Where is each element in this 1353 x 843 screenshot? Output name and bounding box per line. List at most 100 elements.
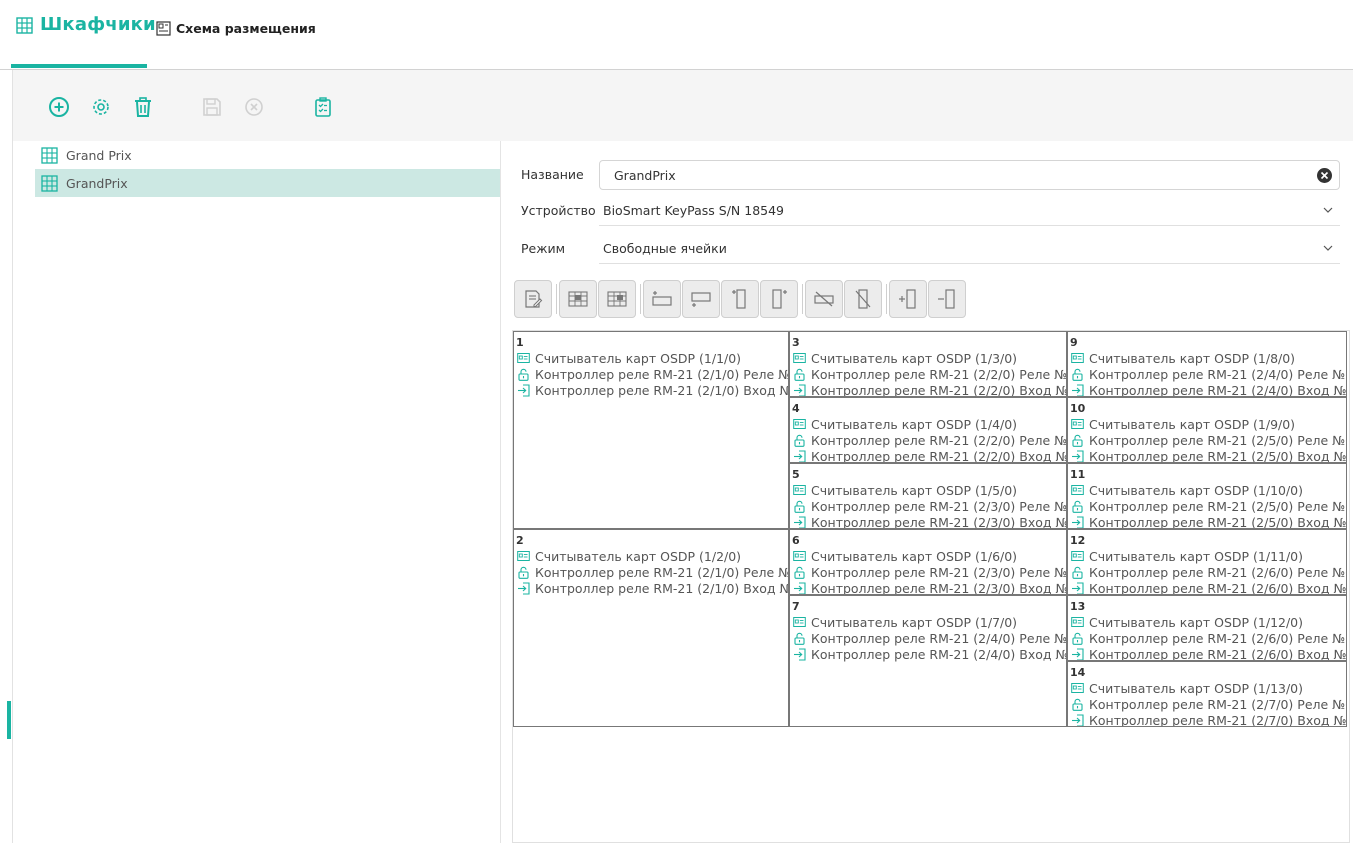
add-button[interactable] [47,95,71,119]
edit-note-icon [525,290,543,308]
locker-cell-device: Контроллер реле RM-21 (2/3/0) Реле №0 [793,498,1066,514]
locker-cell[interactable]: 14 Считыватель карт OSDP (1/13/0) Контролл… [1067,661,1347,727]
locker-cell-number: 4 [792,402,800,415]
locker-cell[interactable]: 5 Считыватель карт OSDP (1/5/0) Контроллер… [789,463,1067,529]
locker-cell-number: 7 [792,600,800,613]
locker-cell[interactable]: 3 Считыватель карт OSDP (1/3/0) Контроллер… [789,331,1067,397]
add-row-above-button[interactable] [643,280,681,318]
lock-open-icon [1072,368,1083,381]
delete-row-button[interactable] [805,280,843,318]
device-label: Устройство [521,203,596,218]
edit-cell-button[interactable] [514,280,552,318]
card-reader-icon [1071,616,1084,627]
list-item[interactable]: Grand Prix [35,141,500,169]
sign-in-icon [1072,383,1084,396]
locker-cell-device: Контроллер реле RM-21 (2/2/0) Вход №1 [793,448,1067,463]
mode-select[interactable]: Свободные ячейки [599,234,1340,264]
lock-open-icon [1072,434,1083,447]
card-reader-icon [793,352,806,363]
locker-cell-device-label: Контроллер реле RM-21 (2/5/0) Вход №1 [1089,514,1347,529]
locker-cell[interactable]: 10 Считыватель карт OSDP (1/9/0) Контролле… [1067,397,1347,463]
settings-button[interactable] [89,95,113,119]
sign-in-icon [794,581,806,594]
locker-cell[interactable]: 2 Считыватель карт OSDP (1/2/0) Контроллер… [513,529,789,727]
locker-cell-device-label: Контроллер реле RM-21 (2/4/0) Реле №0 [811,630,1067,646]
sign-in-icon [794,515,806,528]
locker-cell[interactable]: 6 Считыватель карт OSDP (1/6/0) Контроллер… [789,529,1067,595]
locker-cell-device-label: Считыватель карт OSDP (1/12/0) [1089,614,1304,630]
split-cells-button[interactable] [598,280,636,318]
merge-cells-button[interactable] [559,280,597,318]
locker-cell-device-label: Считыватель карт OSDP (1/9/0) [1089,416,1296,432]
locker-cell-device-label: Контроллер реле RM-21 (2/1/0) Вход №1 [535,580,789,596]
add-column-left-icon [732,289,746,309]
locker-cell-device: Контроллер реле RM-21 (2/2/0) Реле №1 [793,432,1066,448]
decrease-height-button[interactable] [928,280,966,318]
cancel-button[interactable] [242,95,266,119]
name-label: Название [521,167,584,182]
card-reader-icon [793,550,806,561]
tab-layout-scheme[interactable]: Схема размещения [156,18,316,38]
locker-cell-device: Контроллер реле RM-21 (2/6/0) Вход №0 [1071,580,1346,594]
locker-cell-device-label: Контроллер реле RM-21 (2/6/0) Вход №1 [1089,646,1347,661]
plus-cell-icon [899,289,916,309]
locker-cell-device-label: Считыватель карт OSDP (1/3/0) [811,350,1018,366]
locker-cell[interactable]: 11 Считыватель карт OSDP (1/10/0) Контролл… [1067,463,1347,529]
add-row-below-button[interactable] [682,280,720,318]
locker-cell-device: Контроллер реле RM-21 (2/4/0) Реле №0 [793,630,1067,646]
main-panel: Grand Prix GrandPrix Название GrandPrix [7,70,1353,843]
locker-cell-device-label: Контроллер реле RM-21 (2/5/0) Вход №0 [1089,448,1347,463]
name-input[interactable]: GrandPrix [599,160,1340,190]
add-row-above-icon [652,291,672,306]
lock-open-icon [794,434,805,447]
locker-cell-device: Считыватель карт OSDP (1/6/0) [793,548,1017,564]
tab-layout-scheme-label: Схема размещения [176,20,316,36]
increase-height-button[interactable] [889,280,927,318]
locker-cell-device-label: Контроллер реле RM-21 (2/1/0) Вход №0 [535,382,789,398]
card-reader-icon [793,616,806,627]
locker-cell-device: Считыватель карт OSDP (1/11/0) [1071,548,1303,564]
locker-cell-device-label: Считыватель карт OSDP (1/10/0) [1089,482,1304,498]
table-icon [41,174,58,192]
locker-cell[interactable]: 1 Считыватель карт OSDP (1/1/0) Контроллер… [513,331,789,529]
delete-column-button[interactable] [844,280,882,318]
add-column-right-button[interactable] [760,280,798,318]
locker-cell-device: Считыватель карт OSDP (1/9/0) [1071,416,1295,432]
locker-cell-number: 12 [1070,534,1086,547]
card-reader-icon [1071,484,1084,495]
clipboard-check-button[interactable] [311,95,335,119]
locker-cell-device-label: Считыватель карт OSDP (1/7/0) [811,614,1018,630]
locker-cell-device: Контроллер реле RM-21 (2/5/0) Вход №0 [1071,448,1347,463]
locker-cell-device: Считыватель карт OSDP (1/2/0) [517,548,741,564]
locker-cell[interactable]: 4 Считыватель карт OSDP (1/4/0) Контроллер… [789,397,1067,463]
save-button[interactable] [200,95,224,119]
device-select[interactable]: BioSmart KeyPass S/N 18549 [599,196,1340,226]
locker-cell-device-label: Контроллер реле RM-21 (2/2/0) Вход №1 [811,448,1067,463]
locker-cell-device: Контроллер реле RM-21 (2/1/0) Реле №1 [517,564,788,580]
lock-open-icon [794,500,805,513]
table-icon [16,17,33,34]
add-column-left-button[interactable] [721,280,759,318]
locker-cell-device-label: Контроллер реле RM-21 (2/3/0) Вход №1 [811,580,1067,595]
list-item-label: Grand Prix [66,147,132,163]
locker-cell[interactable]: 9 Считыватель карт OSDP (1/8/0) Контроллер… [1067,331,1347,397]
locker-cell-device: Контроллер реле RM-21 (2/3/0) Вход №1 [793,580,1067,595]
list-item-selected[interactable]: GrandPrix [35,169,500,197]
locker-cell-device: Считыватель карт OSDP (1/8/0) [1071,350,1295,366]
lock-open-icon [1072,500,1083,513]
card-reader-icon [1071,682,1084,693]
grid-split-icon [607,291,627,307]
scroll-indicator [7,701,11,739]
lock-open-icon [1072,632,1083,645]
mode-select-value: Свободные ячейки [603,241,727,256]
locker-cell[interactable]: 13 Считыватель карт OSDP (1/12/0) Контролл… [1067,595,1347,661]
clear-button[interactable] [1317,168,1332,183]
tab-lockers[interactable]: Шкафчики [11,0,156,68]
delete-column-icon [855,289,871,309]
delete-button[interactable] [131,95,155,119]
locker-cell-device: Контроллер реле RM-21 (2/4/0) Вход №1 [1071,382,1346,396]
locker-cell[interactable]: 7 Считыватель карт OSDP (1/7/0) Контроллер… [789,595,1067,727]
locker-cell-device: Контроллер реле RM-21 (2/2/0) Реле №0 [793,366,1066,382]
locker-cell[interactable]: 12 Считыватель карт OSDP (1/11/0) Контролл… [1067,529,1347,595]
add-column-right-icon [772,289,787,309]
